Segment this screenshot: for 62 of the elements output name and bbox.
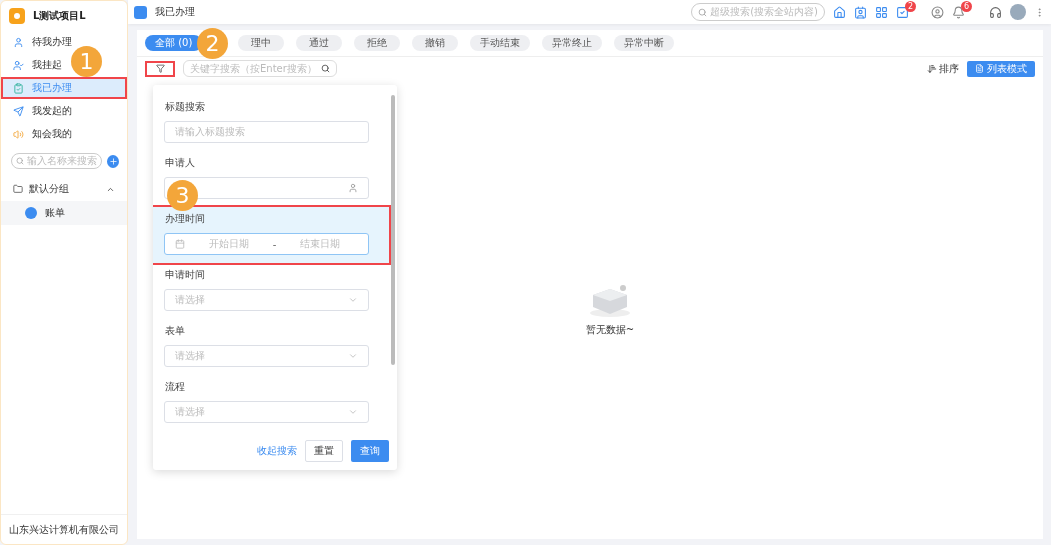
chevron-down-icon	[348, 295, 358, 305]
company-name: 山东兴达计算机有限公司	[1, 514, 127, 544]
plus-icon	[108, 156, 118, 166]
collapse-link[interactable]: 收起搜索	[257, 444, 297, 458]
status-tab[interactable]: 异常中断	[614, 35, 675, 51]
chevron-down-icon	[348, 407, 358, 417]
status-tab[interactable]: 撤销	[412, 35, 459, 51]
count-badge: 2	[905, 0, 916, 12]
person-icon	[348, 183, 358, 193]
scrollbar[interactable]	[391, 95, 395, 365]
status-tab[interactable]: 理中	[238, 35, 285, 51]
group-header[interactable]: 默认分组	[1, 177, 127, 201]
bell-icon[interactable]	[952, 5, 965, 19]
home-icon[interactable]	[833, 5, 846, 19]
filter-icon	[155, 64, 165, 73]
status-tab[interactable]: 通过	[296, 35, 343, 51]
app-title: L测试项目L	[33, 9, 86, 23]
sidebar-item[interactable]: 知会我的	[1, 123, 84, 145]
document-icon	[975, 64, 984, 73]
page-icon	[134, 5, 147, 19]
send-icon	[13, 105, 24, 117]
field-label: 申请时间	[164, 268, 206, 282]
sidebar-item[interactable]: 我发起的	[1, 100, 84, 122]
search-icon	[16, 157, 24, 165]
callout-marker: 2	[197, 28, 228, 59]
field-label: 流程	[164, 380, 186, 394]
sort-icon	[927, 63, 937, 74]
add-button[interactable]	[107, 154, 119, 168]
status-tab[interactable]: 手动结束	[470, 35, 531, 51]
person-icon	[13, 59, 24, 71]
logo-icon	[9, 8, 25, 24]
search-icon	[320, 64, 330, 73]
grid-icon[interactable]	[875, 5, 888, 19]
filter-button[interactable]	[145, 60, 175, 77]
avatar[interactable]	[1010, 4, 1026, 20]
field-label: 办理时间	[164, 212, 206, 226]
folder-icon	[13, 184, 23, 194]
callout-marker: 1	[71, 46, 102, 77]
person-icon	[13, 36, 24, 48]
sort-button[interactable]: 排序	[927, 61, 959, 76]
status-tab[interactable]: 异常终止	[542, 35, 603, 51]
field-label: 标题搜索	[164, 100, 206, 114]
form-icon	[25, 207, 37, 219]
task-icon[interactable]	[896, 5, 909, 19]
field-label: 申请人	[164, 156, 196, 170]
contact-icon[interactable]	[854, 5, 867, 19]
chevron-down-icon	[348, 351, 358, 361]
speaker-icon	[13, 128, 24, 140]
status-tab[interactable]: 拒绝	[354, 35, 401, 51]
field-label: 表单	[164, 324, 186, 338]
reset-button[interactable]: 重置	[305, 440, 343, 462]
empty-box-icon	[587, 282, 633, 317]
user-circle-icon[interactable]	[931, 5, 944, 19]
calendar-icon	[175, 239, 185, 249]
count-badge: 6	[961, 0, 972, 12]
headset-icon[interactable]	[989, 5, 1002, 19]
page-title: 我已办理	[155, 5, 196, 19]
document-icon	[13, 82, 24, 94]
empty-message: 暂无数据~	[585, 322, 635, 337]
sidebar-item[interactable]: 我挂起	[1, 54, 74, 76]
tree-item[interactable]: 账单	[1, 201, 127, 225]
search-icon	[698, 7, 708, 17]
